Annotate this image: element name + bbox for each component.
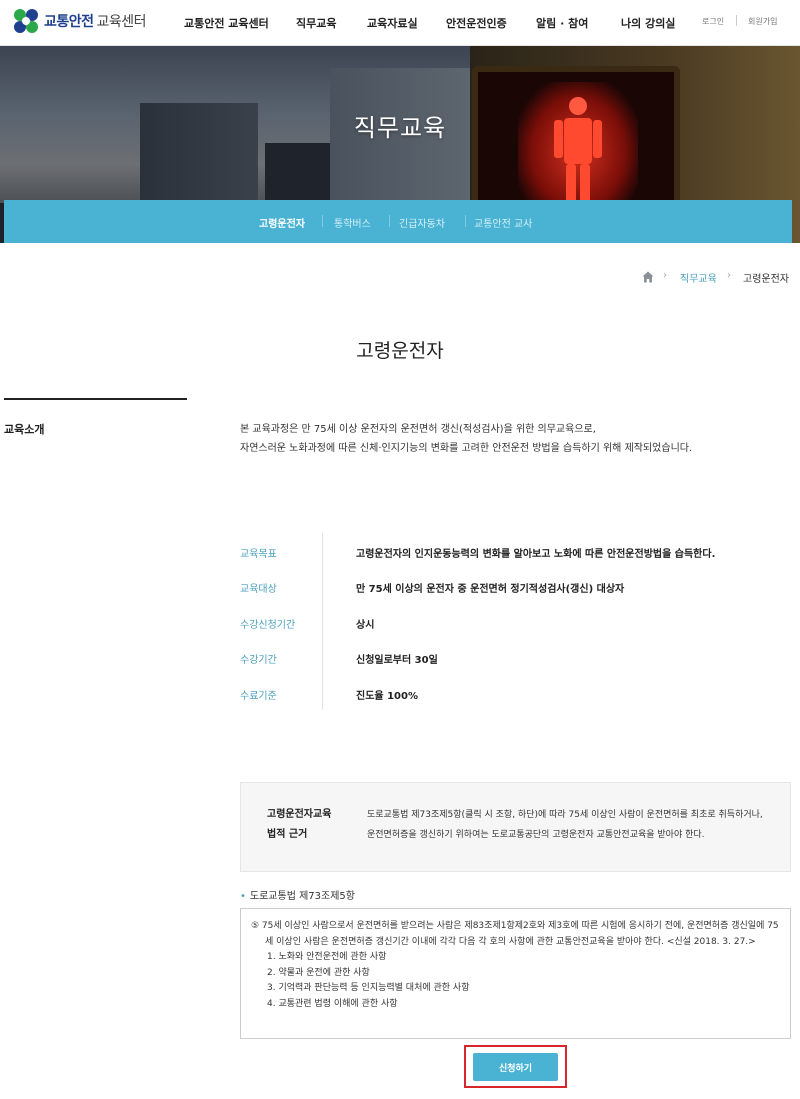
info-value-goal: 고령운전자의 인지운동능력의 변화를 알아보고 노화에 따른 안전운전방법을 습… bbox=[356, 549, 716, 560]
chevron-right-icon: › bbox=[727, 270, 731, 281]
tab-school-bus[interactable]: 통학버스 bbox=[334, 215, 371, 230]
law-reference-heading[interactable]: • 도로교통법 제73조제5항 bbox=[240, 887, 355, 902]
hero-banner: 직무교육 고령운전자 통학버스 긴급자동차 교통안전 교사 bbox=[0, 46, 800, 243]
legal-basis-box: 고령운전자교육 법적 근거 도로교통법 제73조제5항(클릭 시 조항, 하단)… bbox=[240, 782, 791, 872]
info-value-completion: 진도율 100% bbox=[356, 691, 418, 702]
login-link[interactable]: 로그인 bbox=[702, 16, 724, 27]
bullet-icon: • bbox=[240, 891, 246, 902]
page-title: 고령운전자 bbox=[356, 340, 444, 362]
sub-nav: 고령운전자 통학버스 긴급자동차 교통안전 교사 bbox=[4, 200, 792, 243]
info-value-course-period: 신청일로부터 30일 bbox=[356, 655, 438, 666]
site-header: 교통안전 교육센터 교통안전 교육센터 직무교육 교육자료실 안전운전인증 알림… bbox=[0, 0, 800, 46]
info-label-course-period: 수강기간 bbox=[240, 655, 277, 666]
nav-item-job-training[interactable]: 직무교육 bbox=[296, 15, 336, 31]
tab-divider bbox=[465, 215, 466, 227]
nav-item-materials[interactable]: 교육자료실 bbox=[367, 15, 418, 31]
legal-basis-title: 고령운전자교육 법적 근거 bbox=[267, 805, 331, 845]
legal-basis-title-line: 고령운전자교육 bbox=[267, 809, 332, 820]
info-value-enroll-period: 상시 bbox=[356, 620, 375, 631]
info-label-enroll-period: 수강신청기간 bbox=[240, 620, 296, 631]
logo-icon bbox=[14, 9, 38, 33]
nav-item-safe-driving-cert[interactable]: 안전운전인증 bbox=[446, 15, 507, 31]
intro-line: 본 교육과정은 만 75세 이상 운전자의 운전면허 갱신(적성검사)을 위한 … bbox=[240, 424, 596, 435]
logo-bold-text: 교통안전 bbox=[44, 14, 94, 30]
law-item: 1. 노화와 안전운전에 관한 사항 bbox=[267, 952, 387, 962]
intro-text: 본 교육과정은 만 75세 이상 운전자의 운전면허 갱신(적성검사)을 위한 … bbox=[240, 420, 692, 458]
legal-basis-text: 도로교통법 제73조제5항(클릭 시 조항, 하단)에 따라 75세 이상인 사… bbox=[367, 810, 763, 840]
breadcrumb-item[interactable]: 직무교육 bbox=[680, 270, 717, 285]
util-divider bbox=[736, 15, 737, 26]
law-reference-box: ⑤ 75세 이상인 사람으로서 운전면허를 받으려는 사람은 제83조제1항제2… bbox=[240, 908, 791, 1039]
law-item: 2. 약물과 운전에 관한 사항 bbox=[267, 967, 370, 978]
info-label-goal: 교육목표 bbox=[240, 549, 277, 560]
info-divider bbox=[322, 533, 323, 710]
sidebar-divider bbox=[4, 398, 187, 400]
home-icon[interactable] bbox=[642, 271, 654, 283]
tab-divider bbox=[322, 215, 323, 227]
logo-sub-text: 교육센터 bbox=[96, 14, 147, 30]
nav-item-center[interactable]: 교통안전 교육센터 bbox=[184, 15, 269, 31]
legal-basis-title-line: 법적 근거 bbox=[267, 829, 308, 840]
intro-line: 자연스러운 노화과정에 따른 신체·인지기능의 변화를 고려한 안전운전 방법을… bbox=[240, 443, 693, 454]
tab-traffic-teacher[interactable]: 교통안전 교사 bbox=[474, 215, 532, 230]
tab-senior-driver[interactable]: 고령운전자 bbox=[259, 215, 305, 230]
tab-divider bbox=[389, 215, 390, 227]
info-value-target: 만 75세 이상의 운전자 중 운전면허 정기적성검사(갱신) 대상자 bbox=[356, 584, 625, 595]
info-label-target: 교육대상 bbox=[240, 584, 277, 595]
site-logo[interactable]: 교통안전 교육센터 bbox=[12, 8, 147, 34]
law-item: 4. 교통관련 법령 이해에 관한 사항 bbox=[267, 998, 398, 1009]
law-item: 3. 기억력과 판단능력 등 인지능력별 대처에 관한 사항 bbox=[267, 983, 470, 993]
nav-item-notice[interactable]: 알림 · 참여 bbox=[536, 15, 588, 31]
info-label-completion: 수료기준 bbox=[240, 691, 277, 702]
tab-emergency-vehicle[interactable]: 긴급자동차 bbox=[399, 215, 445, 230]
sidebar-label: 교육소개 bbox=[4, 423, 45, 436]
nav-item-my-classroom[interactable]: 나의 강의실 bbox=[621, 15, 675, 31]
chevron-right-icon: › bbox=[663, 270, 667, 281]
hero-title: 직무교육 bbox=[353, 114, 447, 142]
law-reference-title: 도로교통법 제73조제5항 bbox=[249, 891, 355, 902]
law-paragraph: ⑤ 75세 이상인 사람으로서 운전면허를 받으려는 사람은 제83조제1항제2… bbox=[251, 921, 779, 947]
apply-button[interactable]: 신청하기 bbox=[473, 1053, 558, 1081]
signup-link[interactable]: 회원가입 bbox=[748, 16, 777, 27]
breadcrumb-current: 고령운전자 bbox=[743, 274, 789, 285]
